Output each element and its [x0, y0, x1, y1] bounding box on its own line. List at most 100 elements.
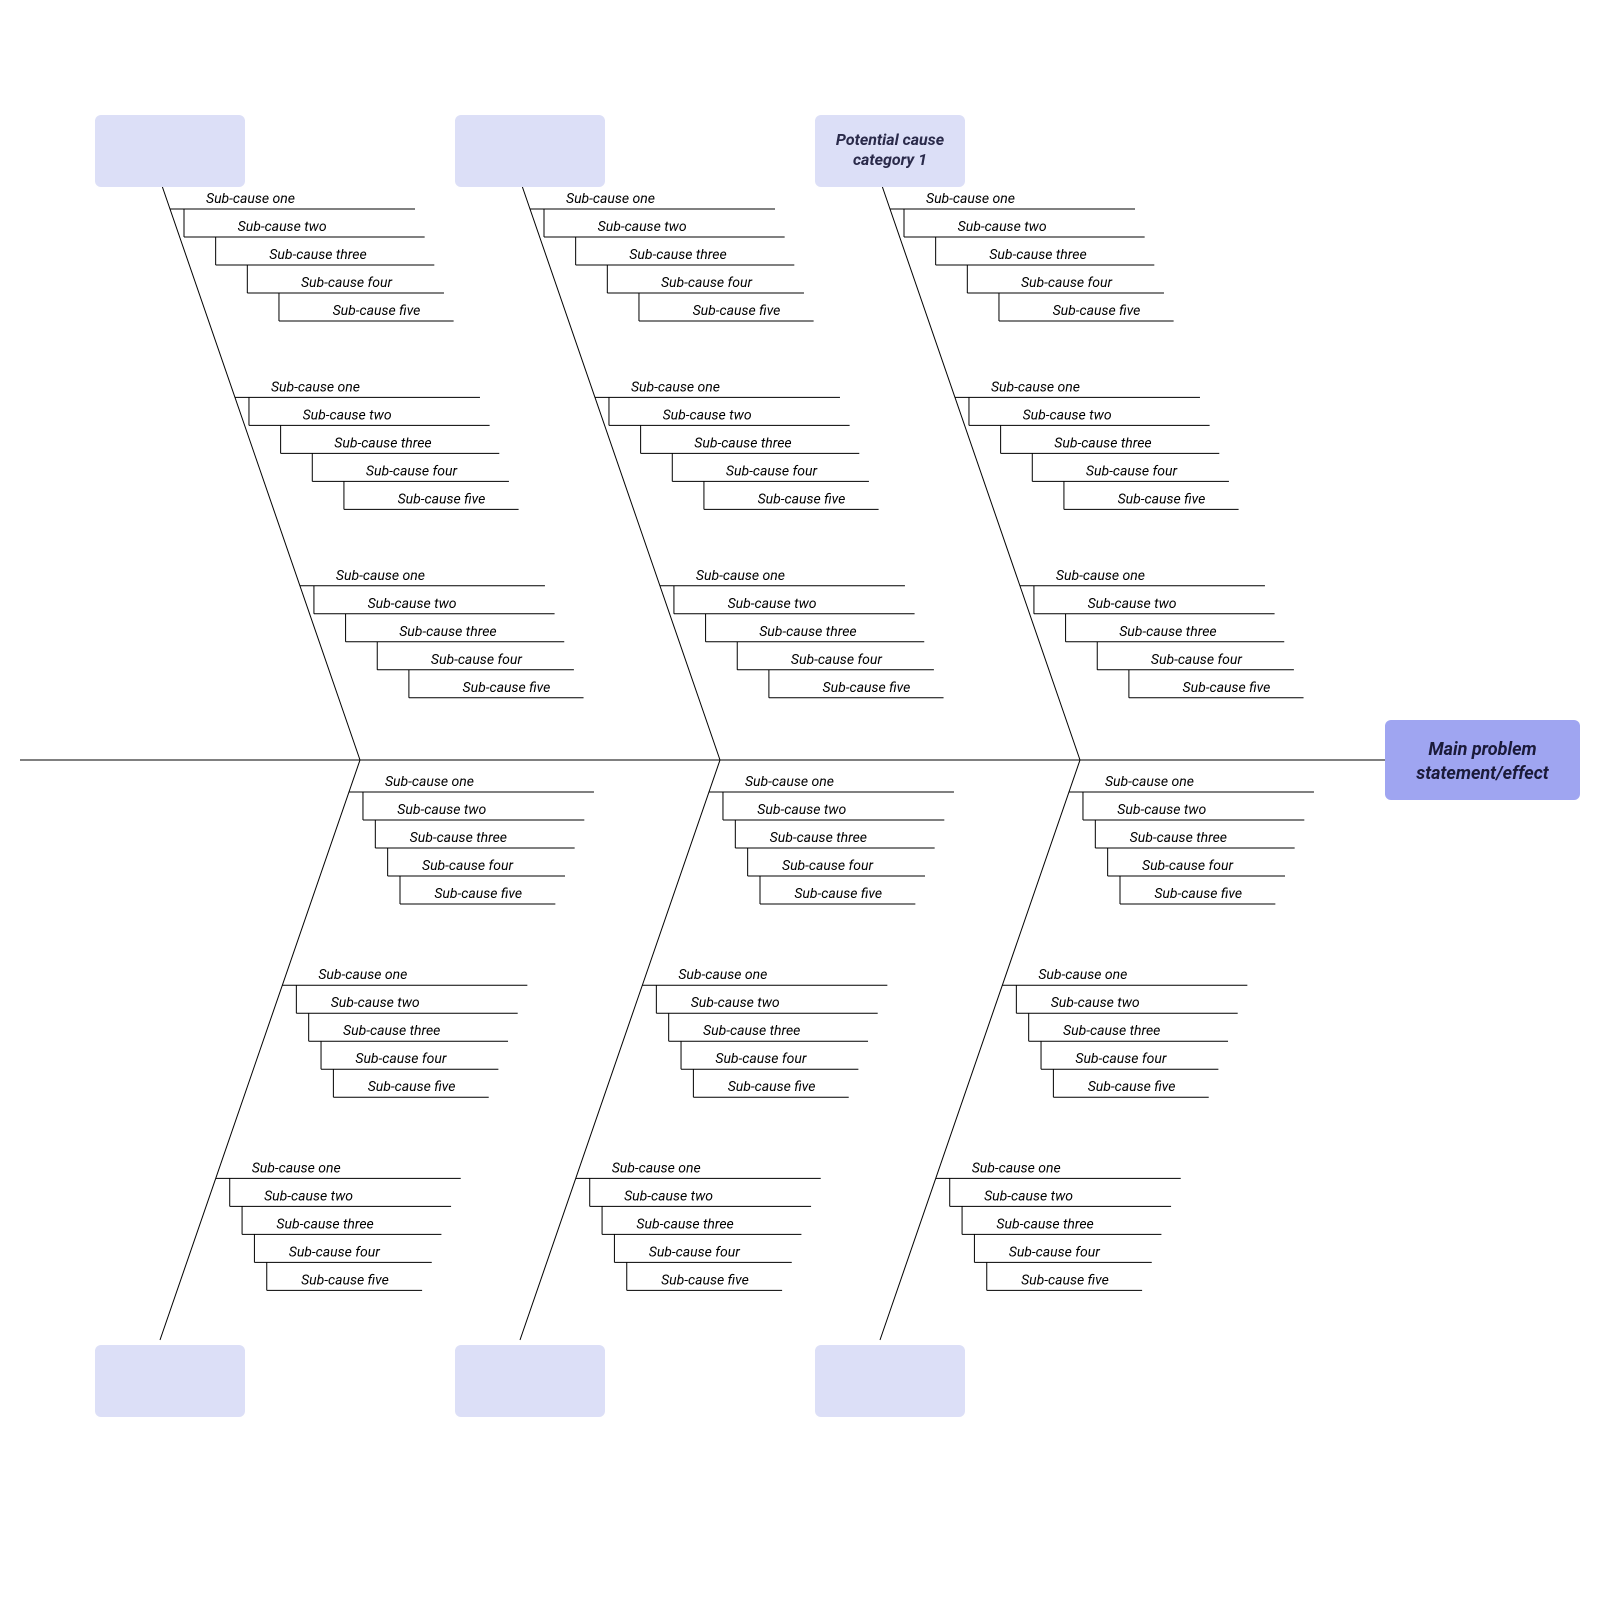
top-branch-0-b2-sublabel-3: Sub-cause four [431, 652, 523, 668]
bottom-branch-1-category-box [455, 1345, 605, 1417]
top-branch-2-b1-sublabel-3: Sub-cause four [1086, 463, 1178, 479]
top-branch-0-b0-sublabel-4: Sub-cause five [333, 303, 421, 319]
top-branch-0-diagonal [160, 180, 360, 760]
top-branch-1-b2-sublabel-0: Sub-cause one [696, 568, 785, 584]
bottom-branch-2-b0-sublabel-4: Sub-cause five [1154, 886, 1242, 902]
top-branch-2-b0-sublabel-0: Sub-cause one [926, 191, 1015, 207]
top-branch-1-b1-sublabel-4: Sub-cause five [758, 491, 846, 507]
top-branch-2-category-label-line1: Potential cause [836, 130, 945, 149]
bottom-branch-1-b1-sublabel-1: Sub-cause two [691, 995, 780, 1011]
top-branch-1-b2-sublabel-1: Sub-cause two [728, 596, 817, 612]
top-branch-2-b1-sublabel-0: Sub-cause one [991, 379, 1080, 395]
bottom-branch-1-b2-sublabel-0: Sub-cause one [612, 1160, 701, 1176]
bottom-branch-1-b0-sublabel-1: Sub-cause two [757, 802, 846, 818]
bottom-branch-2-b2-sublabel-3: Sub-cause four [1009, 1244, 1101, 1260]
top-branch-2-category-label-line2: category 1 [853, 150, 927, 169]
bottom-branch-2-b2-sublabel-4: Sub-cause five [1021, 1272, 1109, 1288]
bottom-branch-2-category-box [815, 1345, 965, 1417]
bottom-branch-1-b2-sublabel-2: Sub-cause three [636, 1216, 733, 1232]
top-branch-2-b1-sublabel-4: Sub-cause five [1118, 491, 1206, 507]
top-branch-0-b1-sublabel-4: Sub-cause five [398, 491, 486, 507]
bottom-branch-0-b1-sublabel-1: Sub-cause two [331, 995, 420, 1011]
top-branch-1-category-box [455, 115, 605, 187]
top-branch-1-b1-sublabel-0: Sub-cause one [631, 379, 720, 395]
head-label-line1: Main problem [1428, 739, 1536, 760]
top-branch-1-b1-sublabel-2: Sub-cause three [694, 435, 791, 451]
bottom-branch-2-b2-sublabel-2: Sub-cause three [996, 1216, 1093, 1232]
top-branch-1-b1-sublabel-3: Sub-cause four [726, 463, 818, 479]
bottom-branch-2-b1-sublabel-2: Sub-cause three [1063, 1023, 1160, 1039]
bottom-branch-1-b0-sublabel-4: Sub-cause five [794, 886, 882, 902]
top-branch-1-b2-sublabel-2: Sub-cause three [759, 624, 856, 640]
bottom-branch-2-b0-sublabel-2: Sub-cause three [1130, 830, 1227, 846]
top-branch-0-b0-sublabel-0: Sub-cause one [206, 191, 295, 207]
bottom-branch-1-b1-sublabel-0: Sub-cause one [678, 967, 767, 983]
bottom-branch-2-b1-sublabel-0: Sub-cause one [1038, 967, 1127, 983]
bottom-branch-2-b1-sublabel-4: Sub-cause five [1088, 1079, 1176, 1095]
top-branch-2-b0-sublabel-1: Sub-cause two [958, 219, 1047, 235]
bottom-branch-1-b0-sublabel-0: Sub-cause one [745, 774, 834, 790]
top-branch-0-b1-sublabel-2: Sub-cause three [334, 435, 431, 451]
top-branch-1-b0-sublabel-1: Sub-cause two [598, 219, 687, 235]
top-branch-0-b1-sublabel-0: Sub-cause one [271, 379, 360, 395]
bottom-branch-2-b2-sublabel-1: Sub-cause two [984, 1188, 1073, 1204]
bottom-branch-1-b0-sublabel-2: Sub-cause three [770, 830, 867, 846]
top-branch-2-b2-sublabel-0: Sub-cause one [1056, 568, 1145, 584]
head-box [1385, 720, 1580, 800]
bottom-branch-0-b0-sublabel-1: Sub-cause two [397, 802, 486, 818]
bottom-branch-1-b1-sublabel-4: Sub-cause five [728, 1079, 816, 1095]
bottom-branch-2-b0-sublabel-1: Sub-cause two [1117, 802, 1206, 818]
bottom-branch-0-b1-sublabel-2: Sub-cause three [343, 1023, 440, 1039]
bottom-branch-2-b0-sublabel-0: Sub-cause one [1105, 774, 1194, 790]
top-branch-1-b2-sublabel-4: Sub-cause five [823, 680, 911, 696]
top-branch-1-b2-sublabel-3: Sub-cause four [791, 652, 883, 668]
bottom-branch-0-b1-sublabel-4: Sub-cause five [368, 1079, 456, 1095]
top-branch-2-diagonal [880, 180, 1080, 760]
bottom-branch-0-b1-sublabel-3: Sub-cause four [355, 1051, 447, 1067]
top-branch-2-b2-sublabel-3: Sub-cause four [1151, 652, 1243, 668]
bottom-branch-0-b2-sublabel-2: Sub-cause three [276, 1216, 373, 1232]
bottom-branch-2-b0-sublabel-3: Sub-cause four [1142, 858, 1234, 874]
top-branch-0-b1-sublabel-3: Sub-cause four [366, 463, 458, 479]
bottom-branch-2-b1-sublabel-1: Sub-cause two [1051, 995, 1140, 1011]
head-label-line2: statement/effect [1416, 763, 1550, 784]
top-branch-2-b2-sublabel-4: Sub-cause five [1183, 680, 1271, 696]
bottom-branch-0-b2-sublabel-0: Sub-cause one [252, 1160, 341, 1176]
top-branch-1-b0-sublabel-2: Sub-cause three [629, 247, 726, 263]
top-branch-0-b0-sublabel-3: Sub-cause four [301, 275, 393, 291]
top-branch-2-b1-sublabel-1: Sub-cause two [1023, 407, 1112, 423]
top-branch-2-b2-sublabel-2: Sub-cause three [1119, 624, 1216, 640]
bottom-branch-0-b0-sublabel-3: Sub-cause four [422, 858, 514, 874]
top-branch-0-b2-sublabel-2: Sub-cause three [399, 624, 496, 640]
top-branch-2-b2-sublabel-1: Sub-cause two [1088, 596, 1177, 612]
bottom-branch-0-b0-sublabel-2: Sub-cause three [410, 830, 507, 846]
bottom-branch-0-b0-sublabel-4: Sub-cause five [434, 886, 522, 902]
top-branch-1-diagonal [520, 180, 720, 760]
top-branch-2-b0-sublabel-2: Sub-cause three [989, 247, 1086, 263]
top-branch-0-category-box [95, 115, 245, 187]
top-branch-2-b1-sublabel-2: Sub-cause three [1054, 435, 1151, 451]
bottom-branch-0-category-box [95, 1345, 245, 1417]
bottom-branch-0-b2-sublabel-4: Sub-cause five [301, 1272, 389, 1288]
bottom-branch-1-b0-sublabel-3: Sub-cause four [782, 858, 874, 874]
bottom-branch-1-b2-sublabel-1: Sub-cause two [624, 1188, 713, 1204]
bottom-branch-0-b2-sublabel-1: Sub-cause two [264, 1188, 353, 1204]
top-branch-0-b0-sublabel-2: Sub-cause three [269, 247, 366, 263]
top-branch-2-b0-sublabel-4: Sub-cause five [1053, 303, 1141, 319]
top-branch-0-b0-sublabel-1: Sub-cause two [238, 219, 327, 235]
top-branch-1-b0-sublabel-0: Sub-cause one [566, 191, 655, 207]
bottom-branch-0-b1-sublabel-0: Sub-cause one [318, 967, 407, 983]
top-branch-1-b0-sublabel-3: Sub-cause four [661, 275, 753, 291]
top-branch-0-b2-sublabel-1: Sub-cause two [368, 596, 457, 612]
top-branch-0-b2-sublabel-0: Sub-cause one [336, 568, 425, 584]
bottom-branch-0-b0-sublabel-0: Sub-cause one [385, 774, 474, 790]
bottom-branch-0-b2-sublabel-3: Sub-cause four [289, 1244, 381, 1260]
top-branch-1-b1-sublabel-1: Sub-cause two [663, 407, 752, 423]
bottom-branch-1-b1-sublabel-3: Sub-cause four [715, 1051, 807, 1067]
bottom-branch-1-b1-sublabel-2: Sub-cause three [703, 1023, 800, 1039]
top-branch-1-b0-sublabel-4: Sub-cause five [693, 303, 781, 319]
top-branch-2-b0-sublabel-3: Sub-cause four [1021, 275, 1113, 291]
bottom-branch-2-b1-sublabel-3: Sub-cause four [1075, 1051, 1167, 1067]
top-branch-0-b1-sublabel-1: Sub-cause two [303, 407, 392, 423]
bottom-branch-2-b2-sublabel-0: Sub-cause one [972, 1160, 1061, 1176]
